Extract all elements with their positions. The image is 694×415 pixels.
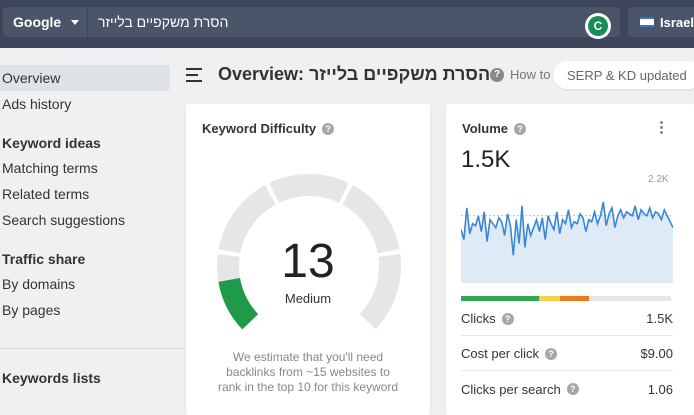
cpc-row: Cost per click? $9.00 <box>461 337 673 371</box>
help-icon[interactable]: ? <box>545 347 558 360</box>
clicks-row: Clicks? 1.5K <box>461 302 673 336</box>
help-icon[interactable]: ? <box>322 122 335 135</box>
sidebar-heading-traffic-share: Traffic share <box>2 251 86 267</box>
volume-value: 1.5K <box>461 146 511 173</box>
sidebar-item-search-suggestions[interactable]: Search suggestions <box>0 207 170 233</box>
cps-row: Clicks per search? 1.06 <box>461 381 673 397</box>
sidebar-item-overview[interactable]: Overview <box>0 65 170 91</box>
sidebar-item-by-pages[interactable]: By pages <box>0 297 170 323</box>
split-segment-no-clicks <box>589 296 671 301</box>
country-label: Israel <box>660 14 694 30</box>
menu-icon[interactable] <box>186 68 202 82</box>
gauge-segment <box>269 174 349 203</box>
sidebar-item-by-domains[interactable]: By domains <box>0 271 170 297</box>
volume-card: Volume ? 1.5K 2.2K Clicks? 1.5K Cost per… <box>446 104 694 415</box>
clicks-value: 1.5K <box>646 311 673 326</box>
search-engine-select[interactable]: Google <box>3 7 87 37</box>
sidebar-item-related-terms[interactable]: Related terms <box>0 181 170 207</box>
traffic-split-bar <box>461 296 671 301</box>
cpc-value: $9.00 <box>640 346 673 361</box>
keyword-search-input[interactable]: הסרת משקפיים בלייזר <box>88 7 620 37</box>
cps-value: 1.06 <box>647 381 673 397</box>
serp-updated-badge[interactable]: SERP & KD updated <box>553 61 694 89</box>
top-bar: Google הסרת משקפיים בלייזר C Israel <box>0 0 694 48</box>
kd-value: 13 <box>281 235 335 288</box>
sidebar-item-matching-terms[interactable]: Matching terms <box>0 155 170 181</box>
sidebar-heading-keywords-lists[interactable]: Keywords lists <box>2 370 101 386</box>
help-icon[interactable]: ? <box>501 312 514 325</box>
sidebar-divider <box>0 348 185 349</box>
chevron-down-icon <box>71 19 80 25</box>
split-segment-organic <box>461 296 539 301</box>
country-select[interactable]: Israel <box>628 7 694 37</box>
split-segment-paid-yellow <box>538 296 560 301</box>
kd-label: Medium <box>284 291 332 306</box>
kd-title: Keyword Difficulty <box>202 121 317 136</box>
sidebar-heading-keyword-ideas: Keyword ideas <box>2 135 101 151</box>
sidebar-item-ads-history[interactable]: Ads history <box>0 91 170 117</box>
volume-title: Volume <box>462 121 508 136</box>
israel-flag-icon <box>640 17 654 27</box>
help-icon[interactable]: ? <box>514 122 526 135</box>
keyword-difficulty-card: Keyword Difficulty ? 13 Medium We estima… <box>186 104 430 415</box>
extension-icon[interactable]: C <box>585 13 611 39</box>
keyword-search-value: הסרת משקפיים בלייזר <box>98 14 229 30</box>
page-title: Overview: הסרת משקפיים בלייזר <box>218 64 491 84</box>
how-to-link[interactable]: ? How to <box>490 67 550 82</box>
help-icon[interactable]: ? <box>566 383 579 395</box>
more-options-icon[interactable] <box>660 121 664 136</box>
split-segment-paid-orange <box>559 296 590 301</box>
kd-description: We estimate that you'll need backlinks f… <box>217 350 399 394</box>
sidebar: Overview Ads history Keyword ideas Match… <box>0 48 185 415</box>
chart-max-label: 2.2K <box>648 174 669 185</box>
search-engine-label: Google <box>13 14 62 30</box>
volume-chart[interactable] <box>461 188 673 288</box>
help-icon: ? <box>490 67 504 82</box>
